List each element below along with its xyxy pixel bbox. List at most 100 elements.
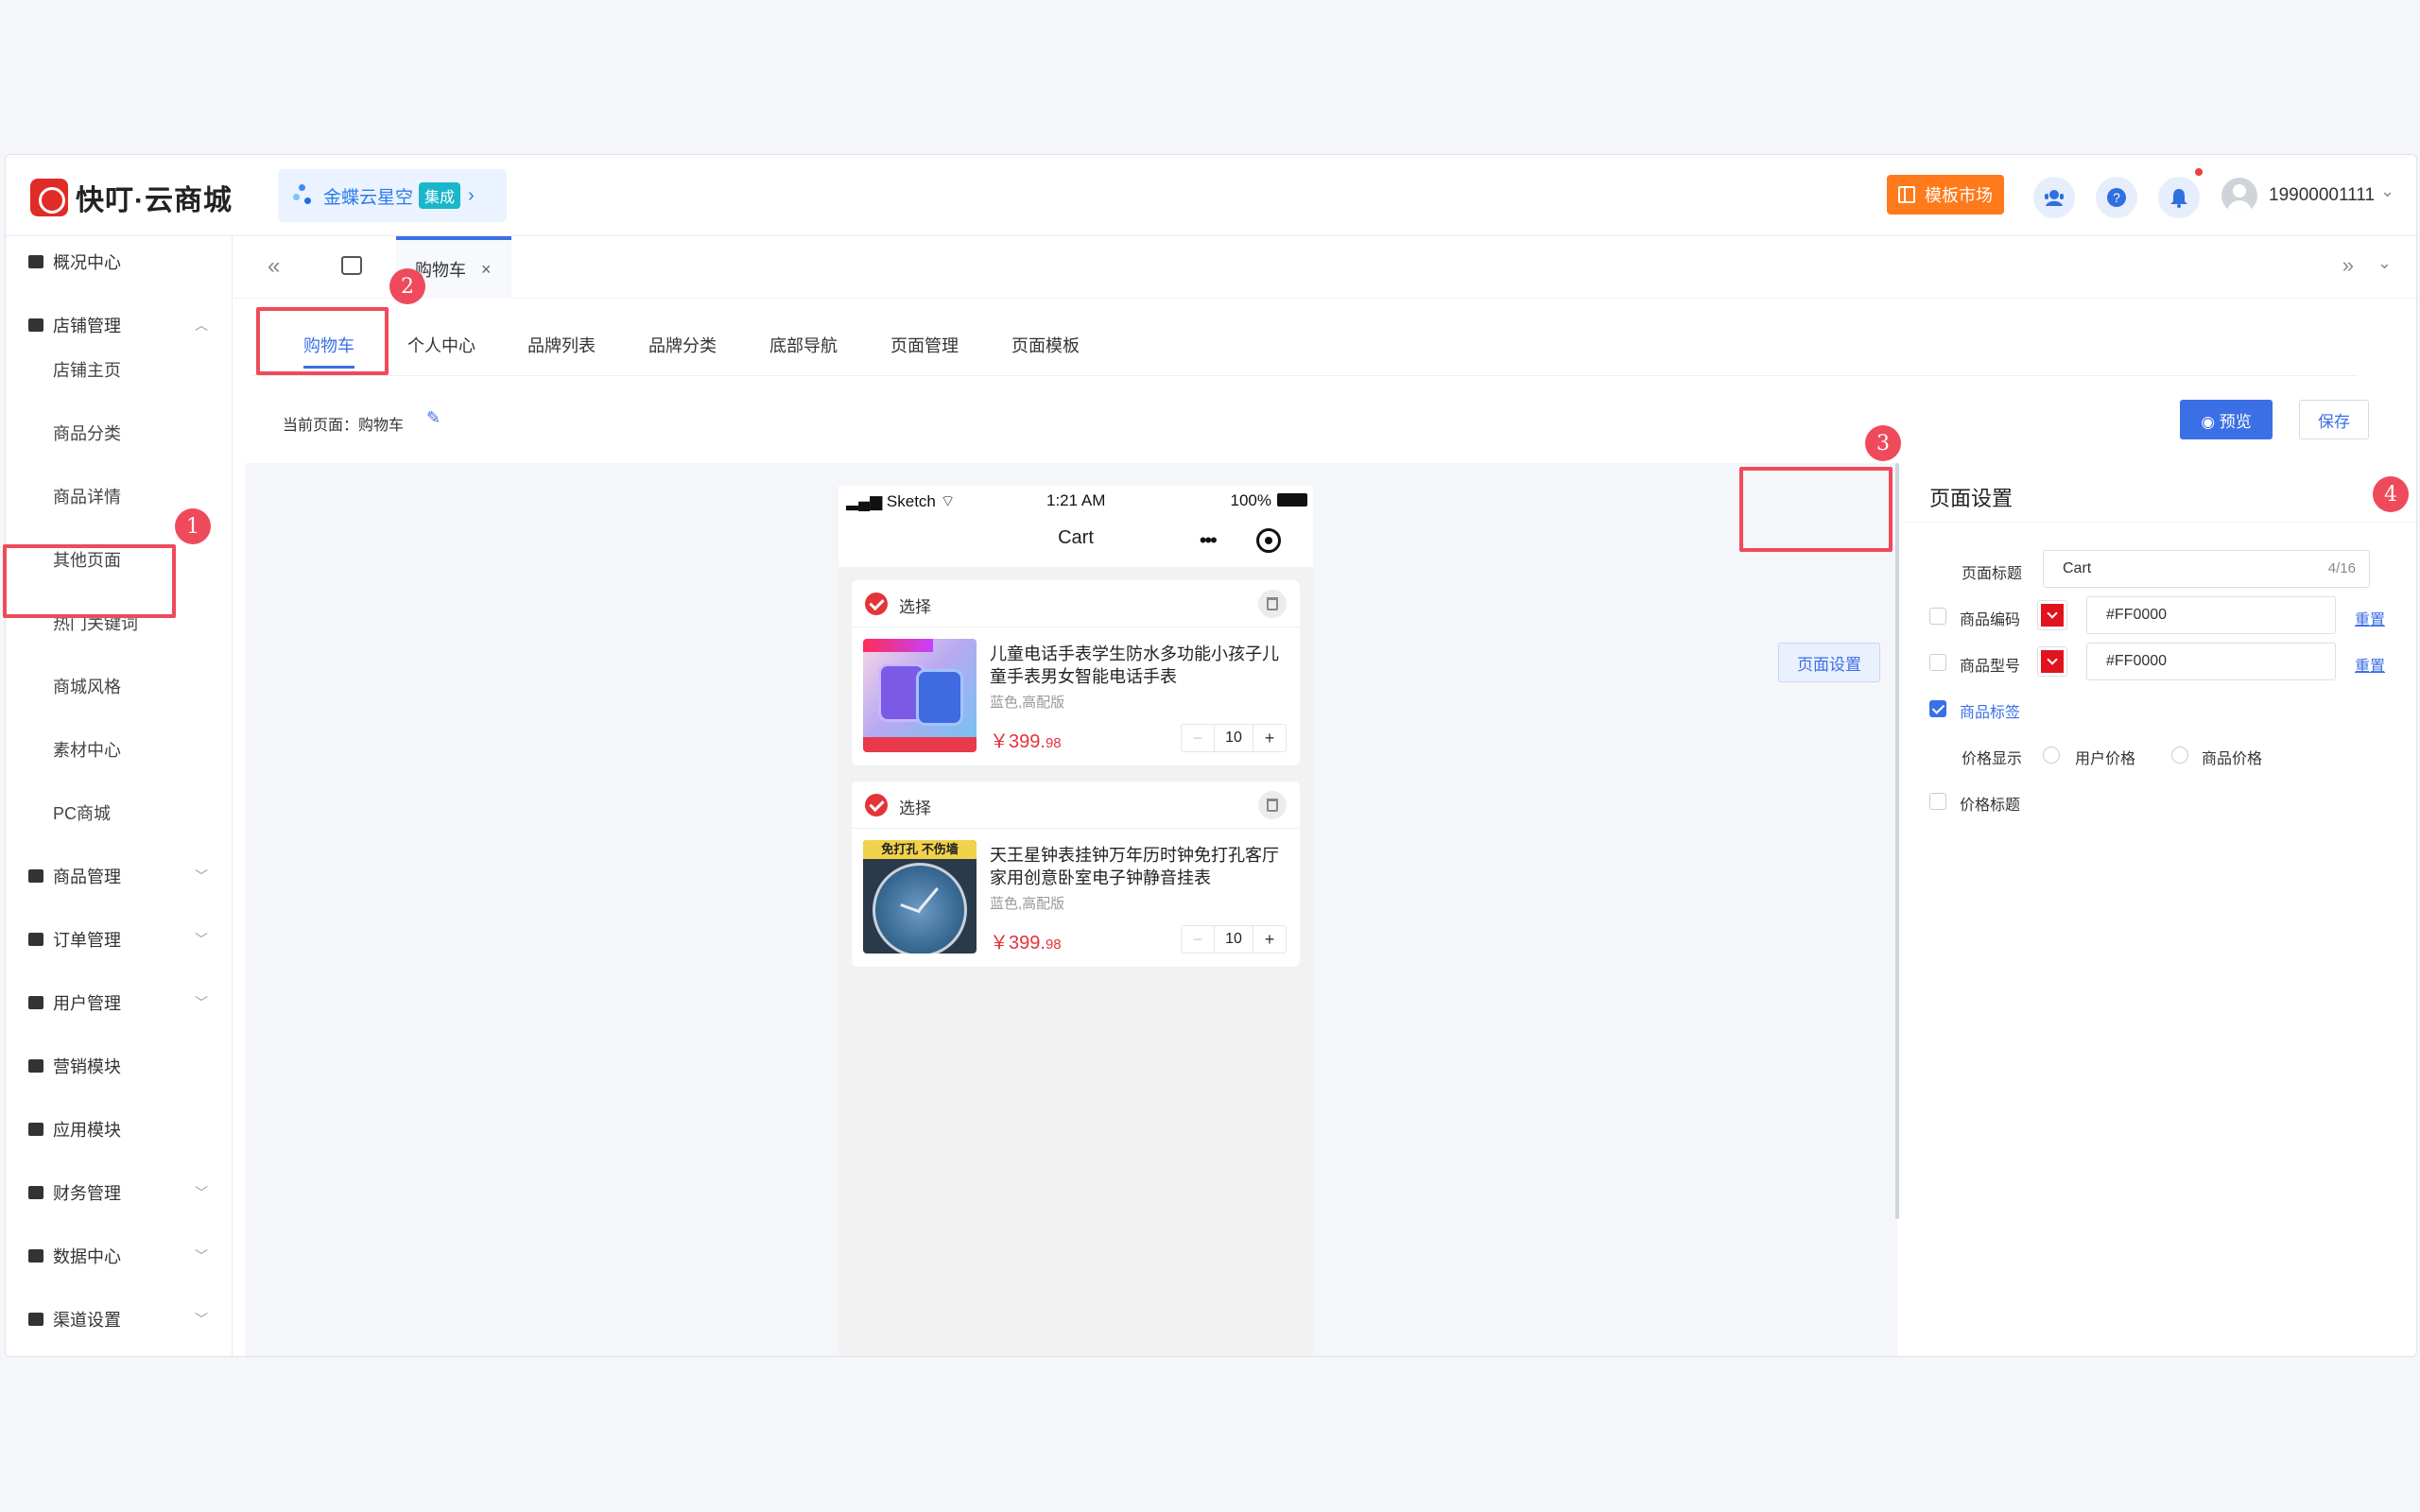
color-picker[interactable] bbox=[2037, 600, 2067, 630]
home-icon[interactable] bbox=[341, 256, 362, 275]
sidebar: 概况中心 店铺管理 ︿ 店铺主页 商品分类 商品详情 其他页面 热门关键词 商城风格 素材中心 PC… bbox=[6, 236, 233, 1356]
page-title-input[interactable]: Cart 4/16 bbox=[2043, 550, 2370, 588]
product-price: ￥399.98 bbox=[990, 927, 1062, 954]
customer-service-icon[interactable] bbox=[2033, 177, 2075, 218]
annotation-box-2 bbox=[256, 307, 389, 375]
preview-button[interactable]: ◉ 预览 bbox=[2180, 400, 2273, 439]
reset-link[interactable]: 重置 bbox=[2355, 653, 2385, 676]
product-model-color-input[interactable]: #FF0000 bbox=[2086, 643, 2336, 680]
trash-icon[interactable] bbox=[1258, 791, 1287, 819]
user-phone[interactable]: 19900001111 bbox=[2269, 185, 2375, 206]
sidebar-item-finance[interactable]: 财务管理 ﹀ bbox=[6, 1169, 233, 1216]
radio-product-price[interactable] bbox=[2171, 747, 2188, 764]
select-check-icon[interactable] bbox=[865, 593, 888, 615]
minus-button[interactable]: − bbox=[1182, 725, 1214, 751]
data-center-icon bbox=[28, 1249, 43, 1263]
mini-program-capsule[interactable]: ••• bbox=[1179, 524, 1302, 558]
price-display-row: 价格显示 用户价格 商品价格 bbox=[1903, 735, 2416, 773]
sidebar-item-users[interactable]: 用户管理 ﹀ bbox=[6, 979, 233, 1026]
edit-icon[interactable]: ✎ bbox=[426, 408, 441, 428]
product-code-color-input[interactable]: #FF0000 bbox=[2086, 596, 2336, 634]
minus-button[interactable]: − bbox=[1182, 926, 1214, 953]
product-image[interactable]: 免打孔 不伤墙 bbox=[863, 840, 977, 954]
sidebar-item-label: 商城风格 bbox=[53, 678, 121, 696]
save-button[interactable]: 保存 bbox=[2299, 400, 2369, 439]
bell-icon[interactable] bbox=[2158, 177, 2200, 218]
more-icon[interactable]: ••• bbox=[1200, 528, 1218, 553]
product-price-label: 商品价格 bbox=[2202, 751, 2263, 767]
sidebar-item-products[interactable]: 商品管理 ﹀ bbox=[6, 852, 233, 900]
scroll-tabs-right-icon[interactable]: » bbox=[2342, 253, 2354, 278]
product-model-checkbox[interactable] bbox=[1929, 654, 1946, 671]
plus-button[interactable]: + bbox=[1253, 725, 1286, 751]
annotation-box-3 bbox=[1739, 467, 1893, 552]
plus-button[interactable]: + bbox=[1253, 926, 1286, 953]
sidebar-item-marketing[interactable]: 营销模块 bbox=[6, 1042, 233, 1090]
product-tag-checkbox[interactable] bbox=[1929, 700, 1946, 717]
select-label: 选择 bbox=[899, 799, 931, 817]
select-check-icon[interactable] bbox=[865, 794, 888, 816]
chevron-down-icon: ﹀ bbox=[195, 1185, 208, 1200]
chevron-up-icon: ︿ bbox=[195, 318, 208, 333]
sidebar-item-pc-mall[interactable]: PC商城 bbox=[6, 789, 233, 836]
page-tab-page-template[interactable]: 页面模板 bbox=[1011, 314, 1080, 376]
product-name: 儿童电话手表学生防水多功能小孩子儿童手表男女智能电话手表 bbox=[990, 644, 1279, 686]
quantity-value[interactable]: 10 bbox=[1214, 725, 1253, 751]
page-tab-page-manage[interactable]: 页面管理 bbox=[890, 314, 959, 376]
help-icon[interactable]: ? bbox=[2096, 177, 2137, 218]
logo-icon bbox=[30, 179, 68, 216]
sidebar-item-channel-settings[interactable]: 渠道设置 ﹀ bbox=[6, 1296, 233, 1343]
sidebar-item-product-category[interactable]: 商品分类 bbox=[6, 409, 233, 456]
chevron-down-icon: ﹀ bbox=[195, 868, 208, 884]
chevron-down-icon: ﹀ bbox=[195, 1312, 208, 1327]
product-code-checkbox[interactable] bbox=[1929, 608, 1946, 625]
color-picker[interactable] bbox=[2037, 646, 2067, 677]
sidebar-item-store[interactable]: 店铺管理 ︿ bbox=[6, 301, 233, 349]
integration-switch[interactable]: 金蝶云星空 集成 › bbox=[278, 169, 507, 222]
collapse-icon[interactable]: « bbox=[268, 253, 280, 280]
close-icon[interactable]: × bbox=[481, 260, 492, 280]
marketing-icon bbox=[28, 1059, 43, 1073]
sidebar-item-orders[interactable]: 订单管理 ﹀ bbox=[6, 916, 233, 963]
char-count: 4/16 bbox=[2327, 560, 2356, 576]
sidebar-item-apps[interactable]: 应用模块 bbox=[6, 1106, 233, 1153]
avatar[interactable] bbox=[2221, 178, 2257, 214]
settings-title: 页面设置 bbox=[1929, 487, 2014, 510]
close-target-icon[interactable] bbox=[1256, 528, 1282, 553]
page-tab-brand-list[interactable]: 品牌列表 bbox=[527, 314, 596, 376]
canvas-scrollbar[interactable] bbox=[1895, 463, 1899, 1219]
trash-icon[interactable] bbox=[1258, 590, 1287, 618]
sidebar-item-label: 营销模块 bbox=[53, 1057, 121, 1076]
sidebar-item-data-center[interactable]: 数据中心 ﹀ bbox=[6, 1232, 233, 1280]
template-market-label: 模板市场 bbox=[1925, 186, 1993, 205]
chevron-down-icon: ﹀ bbox=[195, 1248, 208, 1263]
top-header: 快叮·云商城 金蝶云星空 集成 › 模板市场 ? 19900001111 ⌄ bbox=[6, 155, 2416, 236]
price-main: ￥399. bbox=[990, 731, 1046, 752]
sidebar-item-label: 概况中心 bbox=[53, 253, 121, 272]
page-tab-bottom-nav[interactable]: 底部导航 bbox=[769, 314, 838, 376]
price-title-checkbox[interactable] bbox=[1929, 793, 1946, 810]
product-image[interactable] bbox=[863, 639, 977, 752]
page-tab-brand-category[interactable]: 品牌分类 bbox=[648, 314, 717, 376]
chevron-down-icon[interactable]: ⌄ bbox=[2380, 181, 2394, 201]
status-time: 1:21 AM bbox=[1046, 491, 1106, 509]
radio-user-price[interactable] bbox=[2043, 747, 2060, 764]
template-market-button[interactable]: 模板市场 bbox=[1887, 175, 2004, 215]
sidebar-item-material-center[interactable]: 素材中心 bbox=[6, 726, 233, 773]
reset-link[interactable]: 重置 bbox=[2355, 607, 2385, 629]
sidebar-item-store-home[interactable]: 店铺主页 bbox=[6, 346, 233, 393]
tabs-dropdown-icon[interactable]: ⌄ bbox=[2377, 253, 2392, 273]
price-title-label: 价格标题 bbox=[1960, 798, 2021, 814]
sidebar-item-overview[interactable]: 概况中心 bbox=[6, 238, 233, 285]
quantity-value[interactable]: 10 bbox=[1214, 926, 1253, 953]
sidebar-item-label: 店铺管理 bbox=[53, 317, 121, 335]
page-settings-button[interactable]: 页面设置 bbox=[1778, 643, 1880, 682]
price-display-label: 价格显示 bbox=[1962, 751, 2023, 767]
sidebar-item-label: 用户管理 bbox=[53, 994, 121, 1013]
page-tab-profile[interactable]: 个人中心 bbox=[407, 314, 475, 376]
sidebar-item-mall-style[interactable]: 商城风格 bbox=[6, 662, 233, 710]
notification-dot bbox=[2195, 168, 2203, 176]
cart-item: 选择 免打孔 不伤墙 天王星钟表挂钟万年历时钟免打孔客厅家用创意卧室电子钟静音挂… bbox=[852, 782, 1300, 967]
brand-logo[interactable]: 快叮·云商城 bbox=[30, 177, 233, 218]
sidebar-item-label: 店铺主页 bbox=[53, 361, 121, 380]
